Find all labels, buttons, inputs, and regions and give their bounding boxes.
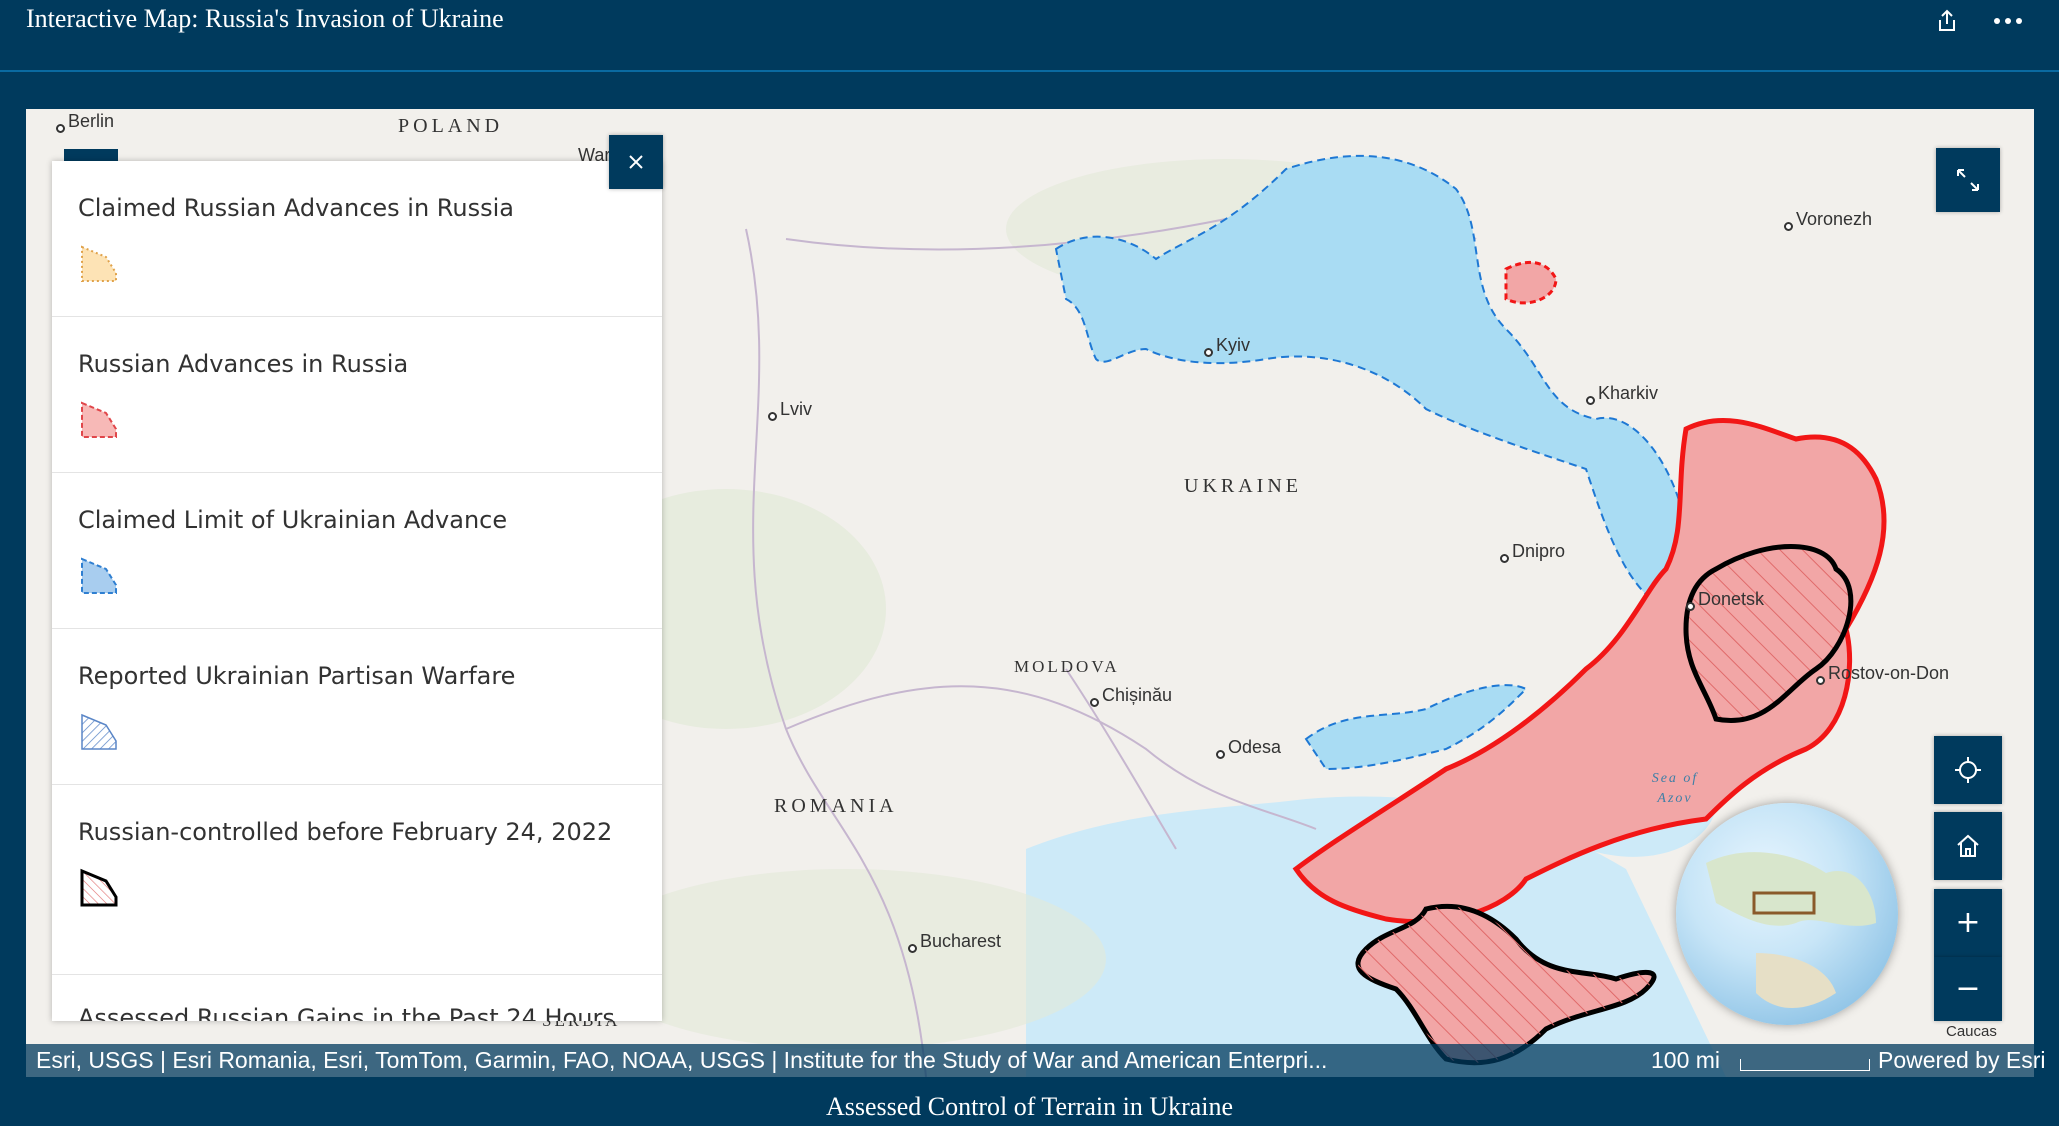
city-dot-icon (1500, 554, 1509, 563)
legend-label: Assessed Russian Gains in the Past 24 Ho… (78, 1004, 615, 1021)
globe-map (1706, 852, 1876, 1008)
app-title: Interactive Map: Russia's Invasion of Uk… (26, 4, 504, 33)
scale-bar (1740, 1059, 1870, 1071)
country-label-poland: POLAND (398, 115, 504, 137)
city-dot-icon (1090, 698, 1099, 707)
zoom-in-button[interactable]: + (1934, 889, 2002, 957)
legend-item: Russian-controlled before February 24, 2… (52, 785, 662, 975)
scale-label: 100 mi (1651, 1047, 1721, 1073)
legend-label: Reported Ukrainian Partisan Warfare (78, 662, 516, 690)
legend-label: Russian-controlled before February 24, 2… (78, 818, 613, 846)
city-dot-icon (1586, 396, 1595, 405)
city-dot-icon (1816, 676, 1825, 685)
city-dot-icon (1784, 222, 1793, 231)
map-caption: Assessed Control of Terrain in Ukraine (825, 1092, 1234, 1121)
city-lviv: Lviv (768, 399, 812, 421)
city-dot-icon (1686, 602, 1695, 611)
legend-panel: Claimed Russian Advances in Russia Russi… (52, 161, 662, 1021)
pre-2022-control-swatch (80, 868, 118, 907)
share-icon (1939, 9, 1955, 31)
city-dot-icon (1204, 348, 1213, 357)
city-kyiv: Kyiv (1204, 335, 1250, 357)
russian-advance-kursk (1504, 260, 1558, 305)
city-donetsk: Donetsk (1686, 589, 1764, 611)
powered-by-link[interactable]: Powered by Esri (1878, 1047, 2045, 1074)
close-icon (629, 155, 643, 169)
expand-icon (1957, 169, 1979, 191)
city-chisinau: Chișinău (1090, 685, 1172, 707)
header-bar: Interactive Map: Russia's Invasion of Uk… (0, 0, 2059, 72)
legend-item: Claimed Russian Advances in Russia (52, 161, 662, 317)
country-label-romania: ROMANIA (774, 795, 898, 817)
sea-of-azov-label: Sea of Azov (1651, 771, 1699, 806)
partisan-warfare-swatch (81, 713, 117, 750)
country-label-ukraine: UKRAINE (1184, 475, 1302, 497)
cut-label-caucasus: Caucas (1946, 1023, 1997, 1040)
city-dot-icon (1216, 750, 1225, 759)
claimed-russian-advance-swatch (81, 245, 117, 282)
legend-item: Claimed Limit of Ukrainian Advance (52, 473, 662, 629)
zoom-out-button[interactable]: − (1934, 957, 2002, 1021)
ukrainian-limit-swatch (81, 557, 117, 594)
home-icon (1957, 834, 1979, 857)
share-button[interactable] (1930, 4, 1964, 38)
city-odesa: Odesa (1216, 737, 1281, 759)
city-dnipro: Dnipro (1500, 541, 1565, 563)
close-legend-button[interactable] (609, 135, 663, 189)
overview-globe[interactable] (1676, 803, 1898, 1025)
legend-label: Claimed Russian Advances in Russia (78, 194, 514, 222)
attribution-text[interactable]: Esri, USGS | Esri Romania, Esri, TomTom,… (36, 1047, 1327, 1074)
city-bucharest: Bucharest (908, 931, 1001, 953)
city-dot-icon (908, 944, 917, 953)
locate-button[interactable] (1934, 736, 2002, 804)
home-button[interactable] (1934, 812, 2002, 880)
attribution-bar: Esri, USGS | Esri Romania, Esri, TomTom,… (26, 1044, 2045, 1077)
legend-label: Russian Advances in Russia (78, 350, 409, 378)
city-rostov: Rostov-on-Don (1816, 663, 1949, 685)
legend-item: Reported Ukrainian Partisan Warfare (52, 629, 662, 785)
country-label-moldova: MOLDOVA (1014, 657, 1120, 676)
city-kharkiv: Kharkiv (1586, 383, 1658, 405)
locate-icon (1955, 757, 1981, 783)
more-icon (1994, 18, 2022, 24)
city-dot-icon (56, 124, 65, 133)
city-dot-icon (768, 412, 777, 421)
zoom-out-label: − (1955, 971, 1981, 1006)
russian-advance-swatch (81, 401, 117, 438)
legend-item: Russian Advances in Russia (52, 317, 662, 473)
expand-button[interactable] (1936, 148, 2000, 212)
more-options-button[interactable] (1988, 4, 2028, 38)
legend-label: Claimed Limit of Ukrainian Advance (78, 506, 508, 534)
legend-item: Assessed Russian Gains in the Past 24 Ho… (52, 975, 662, 1021)
city-voronezh: Voronezh (1784, 209, 1872, 231)
zoom-in-label: + (1955, 905, 1981, 940)
city-berlin: Berlin (56, 111, 114, 133)
